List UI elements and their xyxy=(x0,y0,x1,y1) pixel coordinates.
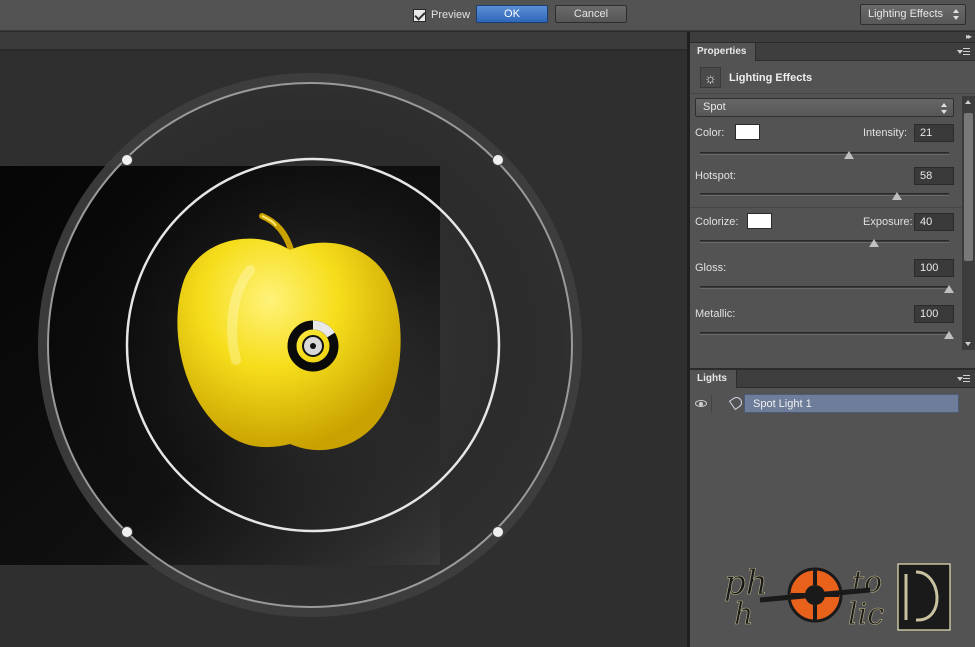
hotspot-label: Hotspot: xyxy=(695,170,736,182)
handle-bottom-right[interactable] xyxy=(492,526,504,538)
preset-dropdown[interactable]: Lighting Effects xyxy=(860,4,966,25)
hotspot-slider-knob[interactable] xyxy=(891,192,902,200)
svg-text:h: h xyxy=(734,597,753,632)
properties-header: ☼ Lighting Effects xyxy=(690,61,975,94)
gloss-label: Gloss: xyxy=(695,262,727,274)
metallic-slider-track xyxy=(700,332,949,335)
metallic-label: Metallic: xyxy=(695,308,736,320)
visibility-toggle[interactable] xyxy=(690,394,712,413)
spotlight-icon xyxy=(728,394,745,411)
gloss-row: Gloss: 100 xyxy=(695,259,954,277)
gloss-slider-track xyxy=(700,286,949,289)
watermark-logo: ph h to lic xyxy=(724,563,951,632)
color-swatch[interactable] xyxy=(735,124,760,140)
hotspot-slider[interactable] xyxy=(700,191,949,201)
metallic-row: Metallic: 100 xyxy=(695,305,954,323)
handle-top-right[interactable] xyxy=(492,154,504,166)
exposure-slider-knob[interactable] xyxy=(869,239,880,247)
intensity-label: Intensity: xyxy=(863,127,908,139)
collapse-panels-icon[interactable]: ▸▸ xyxy=(966,32,972,41)
colorize-exposure-row: Colorize: Exposure: 40 xyxy=(695,213,954,231)
list-item[interactable]: Spot Light 1 xyxy=(690,394,960,413)
exposure-label: Exposure: xyxy=(863,216,913,228)
svg-text:lic: lic xyxy=(848,597,884,632)
preview-toggle[interactable]: Preview xyxy=(413,7,470,23)
gloss-slider-knob[interactable] xyxy=(944,285,954,293)
preview-checkbox[interactable] xyxy=(413,8,426,22)
color-intensity-row: Color: Intensity: 21 xyxy=(695,124,954,142)
scroll-up-icon[interactable] xyxy=(965,100,971,104)
scroll-down-icon[interactable] xyxy=(965,342,971,346)
metallic-field[interactable]: 100 xyxy=(914,305,954,323)
hotspot-slider-track xyxy=(700,193,949,196)
light-type-value: Spot xyxy=(703,101,726,113)
intensity-slider[interactable] xyxy=(700,150,949,160)
canvas-area[interactable] xyxy=(0,51,687,647)
exposure-field[interactable]: 40 xyxy=(914,213,954,231)
light-item-spot-light-1[interactable]: Spot Light 1 xyxy=(744,394,959,413)
section-divider xyxy=(690,207,962,208)
properties-title: Lighting Effects xyxy=(729,72,813,84)
tab-lights[interactable]: Lights xyxy=(690,370,737,388)
properties-panel: Properties ☼ Lighting Effects Spot Color… xyxy=(690,43,975,368)
colorize-swatch[interactable] xyxy=(747,213,772,229)
colorize-label: Colorize: xyxy=(695,216,739,228)
lights-panel: Lights Spot Light 1 ph h to lic xyxy=(690,370,975,647)
intensity-slider-knob[interactable] xyxy=(844,151,855,159)
intensity-field[interactable]: 21 xyxy=(914,124,954,142)
gloss-slider[interactable] xyxy=(700,284,954,294)
preview-label: Preview xyxy=(431,9,471,21)
canvas-artwork xyxy=(0,73,582,617)
ok-button[interactable]: OK xyxy=(476,5,548,23)
intensity-slider-track xyxy=(700,152,949,155)
panel-menu-icon[interactable] xyxy=(957,47,971,57)
tab-properties[interactable]: Properties xyxy=(690,43,757,61)
metallic-slider-knob[interactable] xyxy=(944,331,954,339)
light-name: Spot Light 1 xyxy=(753,398,812,410)
properties-scroll-thumb[interactable] xyxy=(964,113,973,261)
dropdown-arrows-icon xyxy=(941,103,947,114)
color-label: Color: xyxy=(695,127,725,139)
handle-bottom-left[interactable] xyxy=(121,526,133,538)
lights-tabbar: Lights xyxy=(690,370,975,388)
dropdown-arrows-icon xyxy=(953,9,959,20)
eye-icon xyxy=(694,400,707,407)
exposure-slider[interactable] xyxy=(700,238,949,248)
cancel-button[interactable]: Cancel xyxy=(555,5,627,23)
hotspot-field[interactable]: 58 xyxy=(914,167,954,185)
properties-scrollbar[interactable] xyxy=(962,96,975,350)
canvas-header-strip xyxy=(0,32,687,50)
gloss-field[interactable]: 100 xyxy=(914,259,954,277)
panel-menu-icon[interactable] xyxy=(957,374,971,384)
light-bulb-icon: ☼ xyxy=(700,67,721,88)
options-bar: Preview OK Cancel Lighting Effects xyxy=(0,0,975,31)
panel-collapse-bar: ▸▸ xyxy=(690,32,975,42)
preset-value: Lighting Effects xyxy=(868,8,944,20)
handle-top-left[interactable] xyxy=(121,154,133,166)
hotspot-row: Hotspot: 58 xyxy=(695,167,954,185)
exposure-slider-track xyxy=(700,240,949,243)
metallic-slider[interactable] xyxy=(700,330,954,340)
svg-text:to: to xyxy=(852,565,882,600)
properties-tabbar: Properties xyxy=(690,43,975,61)
light-type-dropdown[interactable]: Spot xyxy=(695,98,954,117)
